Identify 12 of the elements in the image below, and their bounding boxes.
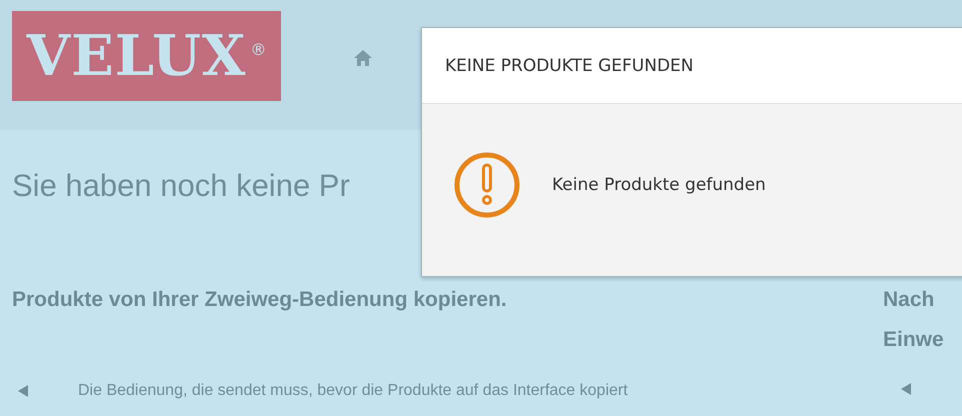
home-icon[interactable] — [353, 49, 373, 67]
page-title: Sie haben noch keine Pr — [12, 168, 350, 204]
warning-icon — [454, 152, 520, 218]
section-heading: Nach — [883, 287, 934, 313]
dialog-message: Keine Produkte gefunden — [552, 175, 766, 195]
caret-icon — [16, 384, 30, 398]
section-heading: Produkte von Ihrer Zweiweg-Bedienung kopieren. — [12, 287, 507, 313]
description-text: Die Bedienung, die sendet muss, bevor die Produkte auf das Interface kopiert — [78, 382, 628, 400]
section-heading: Einwe — [883, 327, 944, 353]
dialog-title: KEINE PRODUKTE GEFUNDEN — [422, 28, 962, 104]
logo: VELUX® — [12, 11, 281, 101]
caret-icon — [899, 382, 913, 396]
